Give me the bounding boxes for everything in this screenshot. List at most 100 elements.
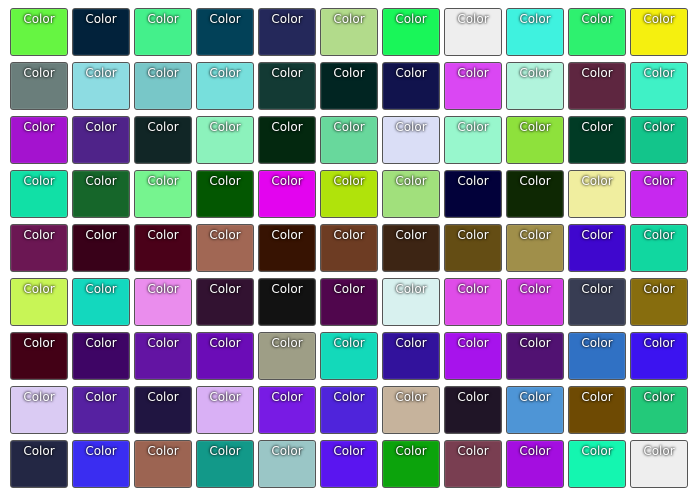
color-swatch[interactable]: Color — [444, 332, 502, 380]
color-swatch[interactable]: Color — [72, 62, 130, 110]
color-swatch[interactable]: Color — [72, 116, 130, 164]
color-swatch[interactable]: Color — [382, 8, 440, 56]
color-swatch[interactable]: Color — [72, 224, 130, 272]
color-swatch[interactable]: Color — [444, 8, 502, 56]
color-swatch[interactable]: Color — [506, 440, 564, 488]
color-swatch[interactable]: Color — [568, 440, 626, 488]
color-swatch[interactable]: Color — [630, 170, 688, 218]
color-swatch[interactable]: Color — [72, 278, 130, 326]
color-swatch[interactable]: Color — [72, 170, 130, 218]
color-swatch[interactable]: Color — [134, 440, 192, 488]
color-swatch[interactable]: Color — [568, 278, 626, 326]
color-swatch[interactable]: Color — [10, 386, 68, 434]
color-swatch[interactable]: Color — [134, 116, 192, 164]
color-swatch[interactable]: Color — [258, 332, 316, 380]
color-swatch[interactable]: Color — [506, 8, 564, 56]
color-swatch[interactable]: Color — [196, 62, 254, 110]
color-swatch[interactable]: Color — [444, 386, 502, 434]
color-swatch[interactable]: Color — [630, 386, 688, 434]
color-swatch[interactable]: Color — [258, 386, 316, 434]
color-swatch[interactable]: Color — [320, 62, 378, 110]
color-swatch[interactable]: Color — [196, 170, 254, 218]
color-swatch[interactable]: Color — [630, 332, 688, 380]
color-swatch[interactable]: Color — [320, 116, 378, 164]
color-swatch[interactable]: Color — [134, 170, 192, 218]
color-swatch[interactable]: Color — [10, 224, 68, 272]
color-swatch[interactable]: Color — [72, 386, 130, 434]
color-swatch[interactable]: Color — [134, 62, 192, 110]
color-swatch[interactable]: Color — [568, 116, 626, 164]
color-swatch[interactable]: Color — [630, 440, 688, 488]
color-swatch[interactable]: Color — [258, 278, 316, 326]
color-swatch[interactable]: Color — [134, 278, 192, 326]
color-swatch[interactable]: Color — [630, 224, 688, 272]
color-swatch[interactable]: Color — [258, 116, 316, 164]
color-swatch[interactable]: Color — [10, 332, 68, 380]
color-swatch[interactable]: Color — [258, 440, 316, 488]
color-swatch[interactable]: Color — [72, 8, 130, 56]
color-swatch[interactable]: Color — [134, 224, 192, 272]
color-swatch[interactable]: Color — [10, 170, 68, 218]
color-swatch[interactable]: Color — [630, 116, 688, 164]
color-swatch[interactable]: Color — [444, 170, 502, 218]
color-swatch[interactable]: Color — [10, 440, 68, 488]
color-swatch[interactable]: Color — [320, 224, 378, 272]
color-swatch[interactable]: Color — [10, 62, 68, 110]
color-swatch[interactable]: Color — [382, 278, 440, 326]
color-swatch[interactable]: Color — [134, 332, 192, 380]
color-swatch[interactable]: Color — [196, 278, 254, 326]
color-swatch[interactable]: Color — [258, 224, 316, 272]
color-swatch[interactable]: Color — [382, 224, 440, 272]
color-swatch[interactable]: Color — [258, 62, 316, 110]
color-swatch[interactable]: Color — [320, 386, 378, 434]
color-swatch[interactable]: Color — [196, 224, 254, 272]
color-swatch[interactable]: Color — [630, 62, 688, 110]
color-swatch[interactable]: Color — [320, 440, 378, 488]
color-swatch[interactable]: Color — [506, 116, 564, 164]
color-swatch[interactable]: Color — [506, 386, 564, 434]
color-swatch[interactable]: Color — [568, 332, 626, 380]
color-swatch[interactable]: Color — [506, 62, 564, 110]
color-swatch[interactable]: Color — [196, 386, 254, 434]
swatch-label: Color — [147, 390, 179, 404]
color-swatch[interactable]: Color — [630, 8, 688, 56]
color-swatch[interactable]: Color — [444, 62, 502, 110]
color-swatch[interactable]: Color — [382, 386, 440, 434]
color-swatch[interactable]: Color — [72, 440, 130, 488]
color-swatch[interactable]: Color — [506, 278, 564, 326]
color-swatch[interactable]: Color — [382, 170, 440, 218]
color-swatch[interactable]: Color — [10, 278, 68, 326]
color-swatch[interactable]: Color — [320, 170, 378, 218]
color-swatch[interactable]: Color — [72, 332, 130, 380]
color-swatch[interactable]: Color — [382, 116, 440, 164]
color-swatch[interactable]: Color — [196, 332, 254, 380]
color-swatch[interactable]: Color — [134, 8, 192, 56]
color-swatch[interactable]: Color — [568, 170, 626, 218]
color-swatch[interactable]: Color — [320, 8, 378, 56]
color-swatch[interactable]: Color — [134, 386, 192, 434]
color-swatch[interactable]: Color — [568, 62, 626, 110]
color-swatch[interactable]: Color — [444, 440, 502, 488]
color-swatch[interactable]: Color — [196, 116, 254, 164]
color-swatch[interactable]: Color — [444, 278, 502, 326]
color-swatch[interactable]: Color — [320, 278, 378, 326]
color-swatch[interactable]: Color — [10, 116, 68, 164]
color-swatch[interactable]: Color — [382, 62, 440, 110]
color-swatch[interactable]: Color — [506, 332, 564, 380]
color-swatch[interactable]: Color — [506, 224, 564, 272]
color-swatch[interactable]: Color — [506, 170, 564, 218]
color-swatch[interactable]: Color — [382, 440, 440, 488]
color-swatch[interactable]: Color — [444, 116, 502, 164]
color-swatch[interactable]: Color — [196, 440, 254, 488]
color-swatch[interactable]: Color — [568, 386, 626, 434]
color-swatch[interactable]: Color — [568, 8, 626, 56]
color-swatch[interactable]: Color — [382, 332, 440, 380]
color-swatch[interactable]: Color — [444, 224, 502, 272]
color-swatch[interactable]: Color — [258, 170, 316, 218]
color-swatch[interactable]: Color — [258, 8, 316, 56]
color-swatch[interactable]: Color — [630, 278, 688, 326]
color-swatch[interactable]: Color — [10, 8, 68, 56]
color-swatch[interactable]: Color — [320, 332, 378, 380]
color-swatch[interactable]: Color — [196, 8, 254, 56]
color-swatch[interactable]: Color — [568, 224, 626, 272]
